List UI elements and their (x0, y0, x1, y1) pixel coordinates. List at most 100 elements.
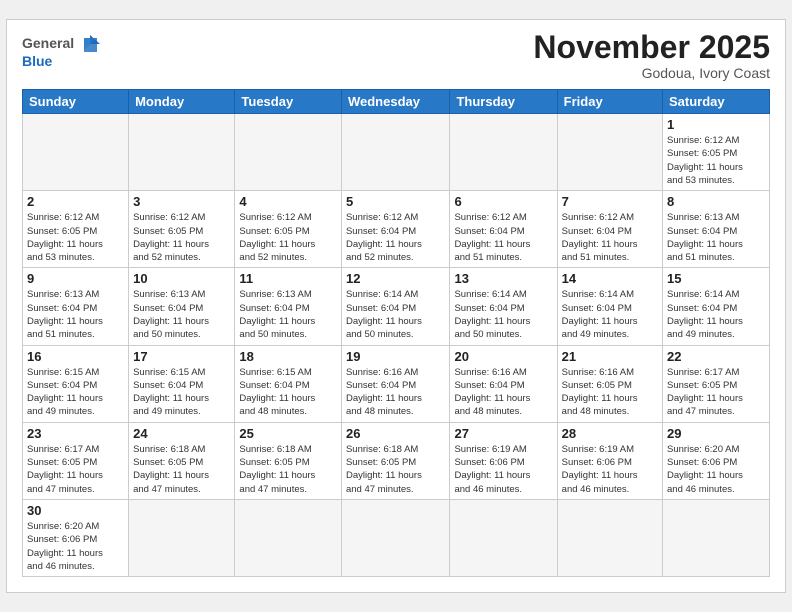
day-info: Sunrise: 6:18 AM Sunset: 6:05 PM Dayligh… (239, 443, 337, 496)
day-info: Sunrise: 6:12 AM Sunset: 6:04 PM Dayligh… (346, 211, 446, 264)
day-number: 11 (239, 271, 337, 286)
calendar-cell (341, 499, 450, 576)
calendar-cell: 3 Sunrise: 6:12 AM Sunset: 6:05 PM Daylig… (129, 191, 235, 268)
day-info: Sunrise: 6:16 AM Sunset: 6:04 PM Dayligh… (454, 366, 552, 419)
calendar-cell (129, 114, 235, 191)
week-row-1: 2 Sunrise: 6:12 AM Sunset: 6:05 PM Daylig… (23, 191, 770, 268)
day-number: 14 (562, 271, 658, 286)
calendar-cell: 7Sunrise: 6:12 AM Sunset: 6:04 PM Daylig… (557, 191, 662, 268)
day-info: Sunrise: 6:12 AM Sunset: 6:05 PM Dayligh… (133, 211, 230, 264)
calendar-cell (663, 499, 770, 576)
calendar-cell (129, 499, 235, 576)
location: Godoua, Ivory Coast (533, 65, 770, 81)
day-header-tuesday: Tuesday (235, 90, 342, 114)
day-number: 24 (133, 426, 230, 441)
day-info: Sunrise: 6:12 AM Sunset: 6:05 PM Dayligh… (239, 211, 337, 264)
day-number: 17 (133, 349, 230, 364)
day-number: 28 (562, 426, 658, 441)
calendar-cell: 20Sunrise: 6:16 AM Sunset: 6:04 PM Dayli… (450, 345, 557, 422)
day-info: Sunrise: 6:14 AM Sunset: 6:04 PM Dayligh… (667, 288, 765, 341)
day-number: 26 (346, 426, 446, 441)
day-number: 5 (346, 194, 446, 209)
calendar-cell: 17 Sunrise: 6:15 AM Sunset: 6:04 PM Dayli… (129, 345, 235, 422)
day-info: Sunrise: 6:14 AM Sunset: 6:04 PM Dayligh… (454, 288, 552, 341)
day-info: Sunrise: 6:19 AM Sunset: 6:06 PM Dayligh… (562, 443, 658, 496)
calendar-cell: 28 Sunrise: 6:19 AM Sunset: 6:06 PM Dayli… (557, 422, 662, 499)
day-number: 2 (27, 194, 124, 209)
day-number: 1 (667, 117, 765, 132)
day-info: Sunrise: 6:13 AM Sunset: 6:04 PM Dayligh… (239, 288, 337, 341)
day-number: 18 (239, 349, 337, 364)
day-number: 6 (454, 194, 552, 209)
calendar-cell: 4 Sunrise: 6:12 AM Sunset: 6:05 PM Daylig… (235, 191, 342, 268)
svg-text:Blue: Blue (22, 53, 53, 69)
calendar-cell (235, 499, 342, 576)
day-header-wednesday: Wednesday (341, 90, 450, 114)
calendar-cell (341, 114, 450, 191)
day-number: 27 (454, 426, 552, 441)
day-info: Sunrise: 6:15 AM Sunset: 6:04 PM Dayligh… (133, 366, 230, 419)
day-info: Sunrise: 6:12 AM Sunset: 6:05 PM Dayligh… (27, 211, 124, 264)
calendar-cell (450, 114, 557, 191)
day-info: Sunrise: 6:20 AM Sunset: 6:06 PM Dayligh… (27, 520, 124, 573)
day-info: Sunrise: 6:18 AM Sunset: 6:05 PM Dayligh… (346, 443, 446, 496)
day-number: 15 (667, 271, 765, 286)
day-info: Sunrise: 6:17 AM Sunset: 6:05 PM Dayligh… (667, 366, 765, 419)
calendar-cell: 27 Sunrise: 6:19 AM Sunset: 6:06 PM Dayli… (450, 422, 557, 499)
calendar-cell (557, 114, 662, 191)
calendar-cell: 25Sunrise: 6:18 AM Sunset: 6:05 PM Dayli… (235, 422, 342, 499)
day-header-monday: Monday (129, 90, 235, 114)
calendar-cell: 5 Sunrise: 6:12 AM Sunset: 6:04 PM Daylig… (341, 191, 450, 268)
calendar-cell: 30 Sunrise: 6:20 AM Sunset: 6:06 PM Dayli… (23, 499, 129, 576)
day-number: 8 (667, 194, 765, 209)
month-title: November 2025 (533, 30, 770, 65)
day-number: 16 (27, 349, 124, 364)
day-info: Sunrise: 6:12 AM Sunset: 6:04 PM Dayligh… (454, 211, 552, 264)
day-number: 9 (27, 271, 124, 286)
day-info: Sunrise: 6:13 AM Sunset: 6:04 PM Dayligh… (133, 288, 230, 341)
calendar-cell: 1 Sunrise: 6:12 AM Sunset: 6:05 PM Daylig… (663, 114, 770, 191)
day-info: Sunrise: 6:19 AM Sunset: 6:06 PM Dayligh… (454, 443, 552, 496)
calendar-cell: 9 Sunrise: 6:13 AM Sunset: 6:04 PM Daylig… (23, 268, 129, 345)
calendar-cell: 22 Sunrise: 6:17 AM Sunset: 6:05 PM Dayli… (663, 345, 770, 422)
calendar-cell: 13Sunrise: 6:14 AM Sunset: 6:04 PM Dayli… (450, 268, 557, 345)
day-header-sunday: Sunday (23, 90, 129, 114)
day-header-friday: Friday (557, 90, 662, 114)
day-info: Sunrise: 6:14 AM Sunset: 6:04 PM Dayligh… (562, 288, 658, 341)
day-info: Sunrise: 6:13 AM Sunset: 6:04 PM Dayligh… (667, 211, 765, 264)
calendar-table: SundayMondayTuesdayWednesdayThursdayFrid… (22, 89, 770, 577)
day-info: Sunrise: 6:15 AM Sunset: 6:04 PM Dayligh… (239, 366, 337, 419)
day-number: 4 (239, 194, 337, 209)
day-info: Sunrise: 6:12 AM Sunset: 6:05 PM Dayligh… (667, 134, 765, 187)
svg-text:General: General (22, 35, 74, 51)
calendar-cell (450, 499, 557, 576)
day-number: 3 (133, 194, 230, 209)
day-info: Sunrise: 6:14 AM Sunset: 6:04 PM Dayligh… (346, 288, 446, 341)
day-number: 22 (667, 349, 765, 364)
calendar-cell: 19Sunrise: 6:16 AM Sunset: 6:04 PM Dayli… (341, 345, 450, 422)
calendar-cell: 6 Sunrise: 6:12 AM Sunset: 6:04 PM Daylig… (450, 191, 557, 268)
day-number: 12 (346, 271, 446, 286)
calendar-cell: 10Sunrise: 6:13 AM Sunset: 6:04 PM Dayli… (129, 268, 235, 345)
day-info: Sunrise: 6:16 AM Sunset: 6:04 PM Dayligh… (346, 366, 446, 419)
header-row: SundayMondayTuesdayWednesdayThursdayFrid… (23, 90, 770, 114)
week-row-0: 1 Sunrise: 6:12 AM Sunset: 6:05 PM Daylig… (23, 114, 770, 191)
day-number: 29 (667, 426, 765, 441)
calendar-cell: 21Sunrise: 6:16 AM Sunset: 6:05 PM Dayli… (557, 345, 662, 422)
calendar-container: General Blue November 2025 Godoua, Ivory… (6, 19, 786, 593)
day-header-thursday: Thursday (450, 90, 557, 114)
calendar-cell: 24 Sunrise: 6:18 AM Sunset: 6:05 PM Dayli… (129, 422, 235, 499)
calendar-cell: 11 Sunrise: 6:13 AM Sunset: 6:04 PM Dayli… (235, 268, 342, 345)
day-info: Sunrise: 6:15 AM Sunset: 6:04 PM Dayligh… (27, 366, 124, 419)
week-row-2: 9 Sunrise: 6:13 AM Sunset: 6:04 PM Daylig… (23, 268, 770, 345)
title-section: November 2025 Godoua, Ivory Coast (533, 30, 770, 81)
logo: General Blue (22, 30, 112, 74)
day-info: Sunrise: 6:12 AM Sunset: 6:04 PM Dayligh… (562, 211, 658, 264)
day-header-saturday: Saturday (663, 90, 770, 114)
day-info: Sunrise: 6:18 AM Sunset: 6:05 PM Dayligh… (133, 443, 230, 496)
calendar-cell: 2 Sunrise: 6:12 AM Sunset: 6:05 PM Daylig… (23, 191, 129, 268)
day-info: Sunrise: 6:16 AM Sunset: 6:05 PM Dayligh… (562, 366, 658, 419)
calendar-cell: 14 Sunrise: 6:14 AM Sunset: 6:04 PM Dayli… (557, 268, 662, 345)
day-number: 30 (27, 503, 124, 518)
day-info: Sunrise: 6:13 AM Sunset: 6:04 PM Dayligh… (27, 288, 124, 341)
